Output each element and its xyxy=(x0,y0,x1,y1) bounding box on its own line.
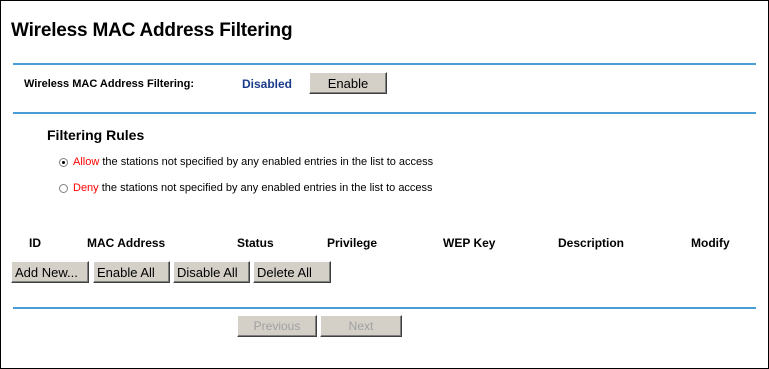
deny-option-text: the stations not specified by any enable… xyxy=(98,182,433,194)
divider xyxy=(13,307,756,309)
previous-button[interactable]: Previous xyxy=(237,315,317,337)
column-header-modify: Modify xyxy=(691,236,730,250)
column-header-status: Status xyxy=(237,236,274,250)
column-header-privilege: Privilege xyxy=(327,236,378,250)
radio-selected-dot xyxy=(62,161,65,164)
enable-button[interactable]: Enable xyxy=(309,72,387,94)
add-new-button[interactable]: Add New... xyxy=(11,261,89,283)
column-header-wep-key: WEP Key xyxy=(443,236,496,250)
divider xyxy=(13,112,756,114)
enable-all-button[interactable]: Enable All xyxy=(93,261,170,283)
allow-keyword: Allow xyxy=(73,156,100,168)
column-header-id: ID xyxy=(29,236,41,250)
allow-option-label: Allow the stations not specified by any … xyxy=(73,156,433,168)
divider xyxy=(13,63,756,65)
deny-keyword: Deny xyxy=(73,182,99,194)
page-title: Wireless MAC Address Filtering xyxy=(11,20,293,41)
deny-radio[interactable] xyxy=(59,184,68,193)
column-header-mac-address: MAC Address xyxy=(87,236,166,250)
filtering-rules-heading: Filtering Rules xyxy=(47,127,145,143)
allow-option-text: the stations not specified by any enable… xyxy=(99,156,434,168)
filtering-status: Disabled xyxy=(242,77,293,91)
next-button[interactable]: Next xyxy=(320,315,402,337)
column-header-description: Description xyxy=(558,236,625,250)
allow-radio[interactable] xyxy=(59,158,68,167)
filtering-label: Wireless MAC Address Filtering: xyxy=(24,78,195,90)
disable-all-button[interactable]: Disable All xyxy=(173,261,250,283)
deny-option-label: Deny the stations not specified by any e… xyxy=(73,182,433,194)
delete-all-button[interactable]: Delete All xyxy=(253,261,331,283)
page-frame: Wireless MAC Address Filtering Wireless … xyxy=(0,0,769,369)
